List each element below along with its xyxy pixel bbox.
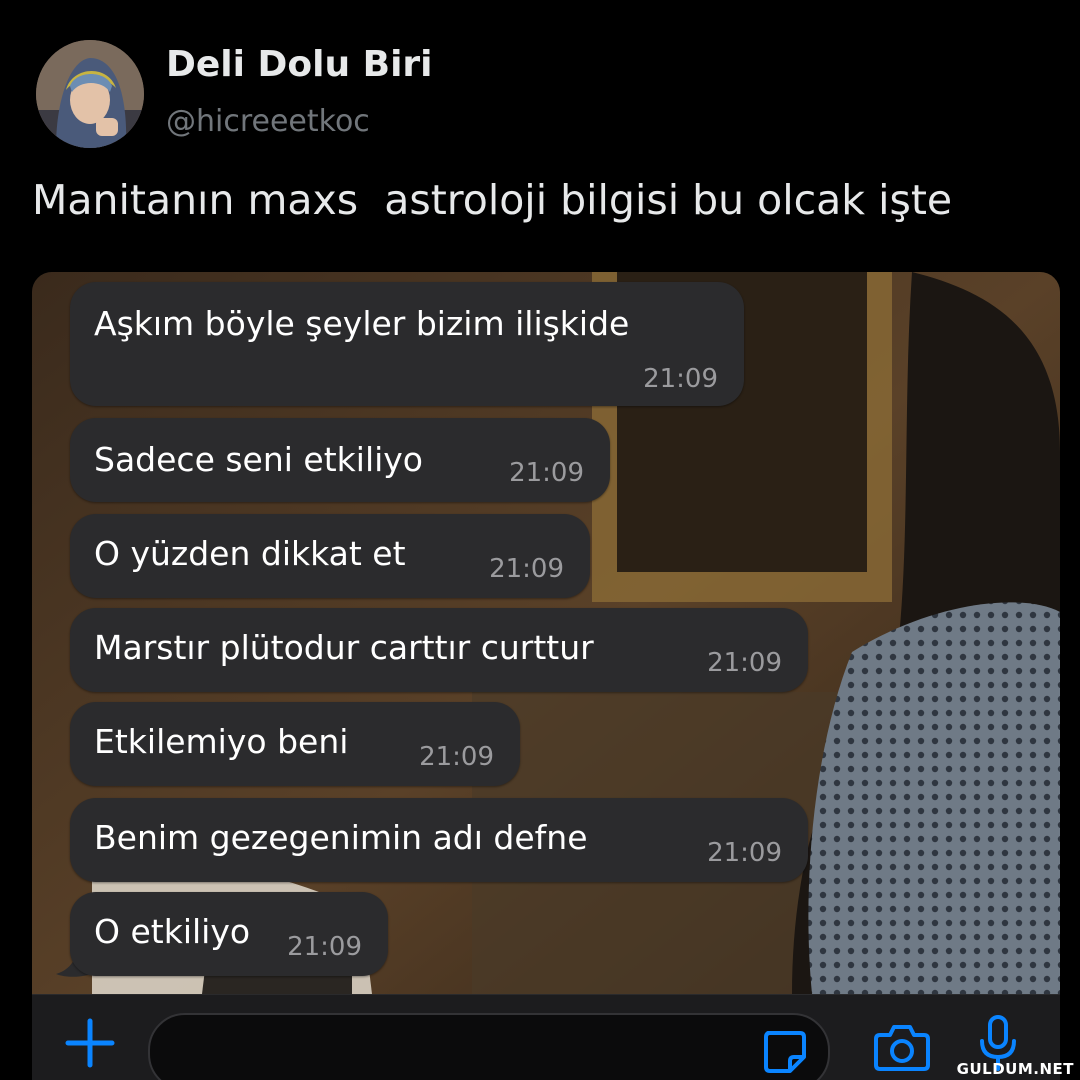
avatar[interactable] <box>36 40 144 148</box>
message-bubble[interactable]: O yüzden dikkat et 21:09 <box>70 514 590 598</box>
message-bubble[interactable]: Etkilemiyo beni 21:09 <box>70 702 520 786</box>
message-time: 21:09 <box>707 648 782 678</box>
camera-icon[interactable] <box>872 1021 932 1073</box>
sticker-icon[interactable] <box>758 1025 810 1077</box>
message-bubble[interactable]: Aşkım böyle şeyler bizim ilişkide 21:09 <box>70 282 744 406</box>
message-time: 21:09 <box>707 838 782 868</box>
message-text: O etkiliyo <box>94 912 251 951</box>
message-time: 21:09 <box>287 932 362 962</box>
message-bubble[interactable]: Benim gezegenimin adı defne 21:09 <box>70 798 808 882</box>
compose-bar <box>32 994 1060 1080</box>
watermark: GULDUM.NET <box>956 1060 1074 1078</box>
tweet-media[interactable]: Aşkım böyle şeyler bizim ilişkide 21:09 … <box>32 272 1060 1080</box>
user-handle[interactable]: @hicreeetkoc <box>166 104 370 139</box>
message-text: O yüzden dikkat et <box>94 534 406 573</box>
message-time: 21:09 <box>643 364 718 394</box>
message-text: Sadece seni etkiliyo <box>94 440 424 479</box>
plus-icon[interactable] <box>62 1015 118 1071</box>
message-time: 21:09 <box>419 742 494 772</box>
message-time: 21:09 <box>489 554 564 584</box>
message-text: Aşkım böyle şeyler bizim ilişkide <box>94 304 630 343</box>
message-bubble[interactable]: Sadece seni etkiliyo 21:09 <box>70 418 610 502</box>
display-name[interactable]: Deli Dolu Biri <box>166 44 433 85</box>
message-bubble[interactable]: O etkiliyo 21:09 <box>70 892 388 976</box>
message-input[interactable] <box>148 1013 830 1080</box>
message-text: Marstır plütodur carttır curttur <box>94 628 594 667</box>
tweet-text: Manitanın maxs astroloji bilgisi bu olca… <box>32 176 953 224</box>
avatar-image <box>36 40 144 148</box>
message-bubble[interactable]: Marstır plütodur carttır curttur 21:09 <box>70 608 808 692</box>
message-text: Benim gezegenimin adı defne <box>94 818 588 857</box>
message-text: Etkilemiyo beni <box>94 722 349 761</box>
message-time: 21:09 <box>509 458 584 488</box>
